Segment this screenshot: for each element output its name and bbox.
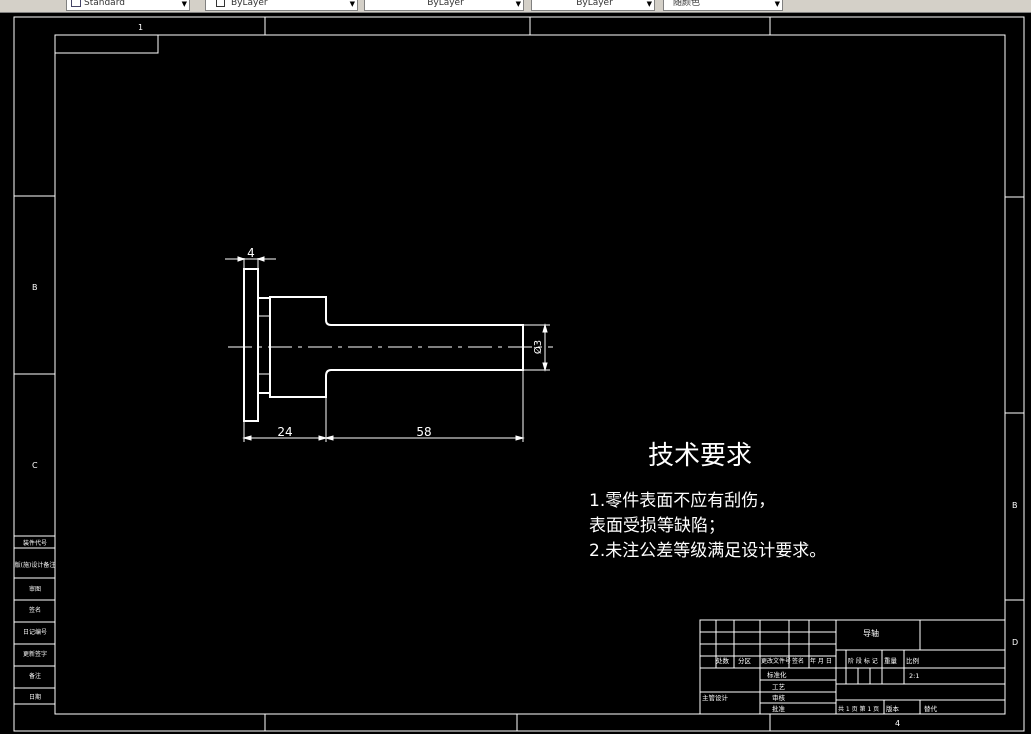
role-review: 审核 — [772, 693, 786, 702]
notes-line-2: 表面受损等缺陷； — [589, 516, 725, 536]
part-drawing[interactable]: 4 24 58 Ø3 — [225, 246, 553, 442]
stage-label: 阶 段 标 记 — [848, 657, 878, 665]
rev-header-date: 年 月 日 — [810, 657, 832, 665]
dim-flange-thickness: 4 — [247, 246, 255, 260]
dim-shoulder-length: 24 — [277, 425, 292, 439]
text-style-value: Standard — [84, 0, 125, 8]
chevron-down-icon: ▼ — [349, 0, 355, 8]
part-name: 导轴 — [863, 628, 879, 638]
zone-marker-left-b: B — [32, 283, 38, 292]
role-process: 工艺 — [772, 683, 786, 691]
replace-label: 替代 — [924, 704, 938, 713]
zone-marker-right-b: B — [1012, 501, 1018, 510]
chevron-down-icon: ▼ — [646, 0, 652, 8]
rev-header-sign: 签名 — [792, 657, 804, 665]
notes-heading: 技术要求 — [648, 441, 752, 471]
notes-line-3: 2.未注公差等级满足设计要求。 — [589, 541, 826, 561]
left-strip-label-0: 装件代号 — [23, 539, 47, 547]
layer-value: ByLayer — [231, 0, 268, 8]
zone-marker-top: 1 — [138, 23, 143, 32]
left-strip-label-6: 备注 — [29, 672, 41, 680]
rev-header-doc: 更改文件号 — [761, 657, 791, 665]
zone-marker-left-c: C — [32, 461, 38, 470]
notes-line-1: 1.零件表面不应有刮伤， — [589, 491, 775, 511]
plot-style-dropdown[interactable]: 随颜色 ▼ — [663, 0, 783, 11]
scale-value: 2:1 — [909, 672, 919, 680]
flange-outline — [243, 268, 259, 422]
text-style-dropdown[interactable]: Standard ▼ — [66, 0, 190, 11]
left-strip-label-5: 更新签字 — [23, 650, 47, 658]
plot-style-value: 随颜色 — [673, 0, 701, 8]
layer-dropdown[interactable]: ByLayer ▼ — [205, 0, 358, 11]
scale-label: 比例 — [906, 656, 919, 665]
zone-marker-bottom: 4 — [895, 719, 900, 728]
text-style-icon — [71, 0, 81, 7]
sheet-info: 共 1 页 第 1 页 — [838, 705, 879, 713]
weight-label: 重量 — [884, 657, 898, 665]
left-strip-label-1: 版(施)设计备注 — [15, 561, 56, 569]
rev-header-zone: 分区 — [738, 656, 752, 665]
chevron-down-icon: ▼ — [181, 0, 187, 8]
version-label: 版本 — [886, 704, 900, 713]
role-approve: 批准 — [772, 704, 786, 713]
lineweight-value: ByLayer — [576, 0, 613, 8]
linetype-value: ByLayer — [427, 0, 464, 8]
rev-header-count: 处数 — [716, 656, 730, 665]
role-designer: 主管设计 — [702, 693, 729, 702]
drawing-canvas[interactable]: 1 4 B C B D 装件代号 版(施)设计备注 审图 签名 日记编号 更新签… — [0, 12, 1031, 734]
chevron-down-icon: ▼ — [515, 0, 521, 8]
dim-shaft-length: 58 — [416, 425, 431, 439]
left-strip-label-7: 日期 — [29, 693, 41, 701]
left-strip-label-4: 日记编号 — [23, 628, 47, 636]
linetype-dropdown[interactable]: ByLayer ▼ — [364, 0, 524, 11]
lineweight-dropdown[interactable]: ByLayer ▼ — [531, 0, 655, 11]
dim-shaft-diameter: Ø3 — [532, 340, 544, 354]
title-block — [699, 619, 1006, 715]
left-strip-label-2: 审图 — [29, 585, 41, 593]
zone-marker-right-d: D — [1012, 638, 1018, 647]
technical-notes: 技术要求 1.零件表面不应有刮伤， 表面受损等缺陷； 2.未注公差等级满足设计要… — [589, 441, 826, 561]
chevron-down-icon: ▼ — [774, 0, 780, 8]
role-standard: 标准化 — [767, 670, 787, 679]
layer-color-icon — [216, 0, 225, 7]
left-strip-label-3: 签名 — [29, 606, 41, 614]
